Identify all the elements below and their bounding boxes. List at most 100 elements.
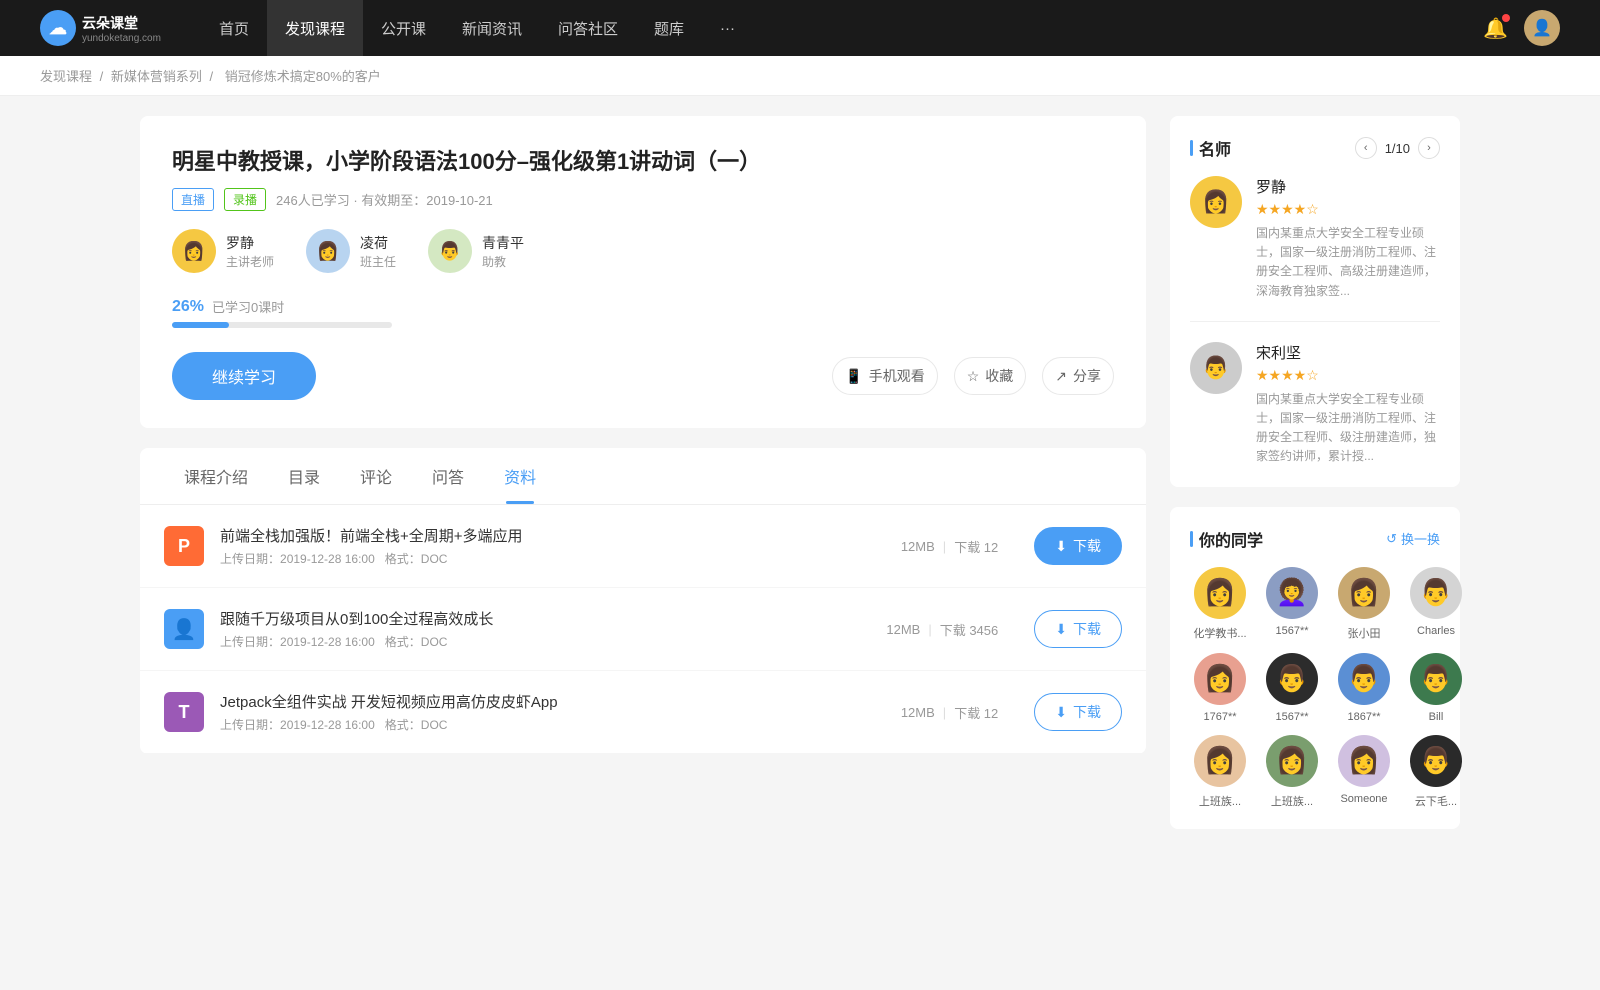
breadcrumb-link-series[interactable]: 新媒体营销系列 [111,69,202,84]
resources-list: P 前端全栈加强版！前端全栈+全周期+多端应用 上传日期：2019-12-28 … [140,505,1146,754]
resource-meta-1: 上传日期：2019-12-28 16:00 格式：DOC [220,633,870,650]
tab-qa[interactable]: 问答 [412,448,484,504]
students-grid: 👩 化学教书... 👩‍🦱 1567** 👩 张小田 [1190,567,1440,809]
student-0-avatar[interactable]: 👩 [1194,567,1246,619]
resource-icon-2: T [164,692,204,732]
student-0: 👩 化学教书... [1190,567,1250,641]
sidebar-teacher-0-stars: ★★★★☆ [1256,201,1440,218]
nav-right: 🔔 👤 [1483,10,1560,46]
resource-name-1: 跟随千万级项目从0到100全过程高效成长 [220,608,870,629]
nav-item-more[interactable]: ··· [702,0,753,56]
progress-text: 已学习0课时 [212,297,284,316]
logo[interactable]: ☁ 云朵课堂 yundoketang.com [40,10,161,46]
teacher-2-name: 青青平 [482,233,524,253]
continue-learning-button[interactable]: 继续学习 [172,352,316,400]
student-2-avatar[interactable]: 👩 [1338,567,1390,619]
student-8-name: 上班族... [1190,793,1250,809]
teacher-2-avatar: 👨 [428,229,472,273]
teacher-2: 👨 青青平 助教 [428,229,524,273]
collect-button[interactable]: ☆ 收藏 [954,357,1027,395]
resource-info-2: Jetpack全组件实战 开发短视频应用高仿皮皮虾App 上传日期：2019-1… [220,691,885,733]
sidebar-teacher-1-desc: 国内某重点大学安全工程专业硕士，国家一级注册消防工程师、注册安全工程师、级注册建… [1256,390,1440,467]
download-button-2[interactable]: ⬇ 下载 [1034,693,1122,731]
course-card: 明星中教授课，小学阶段语法100分–强化级第1讲动词（一） 直播 录播 246人… [140,116,1146,428]
logo-text: 云朵课堂 yundoketang.com [82,13,161,44]
download-button-0[interactable]: ⬇ 下载 [1034,527,1122,565]
student-10-name: Someone [1334,793,1394,805]
student-9-avatar[interactable]: 👩 [1266,735,1318,787]
student-10-avatar[interactable]: 👩 [1338,735,1390,787]
teacher-2-role: 助教 [482,253,524,270]
refresh-students-button[interactable]: ↺ 换一换 [1386,529,1440,548]
navbar: ☁ 云朵课堂 yundoketang.com 首页 发现课程 公开课 新闻资讯 … [0,0,1600,56]
teachers-prev-button[interactable]: ‹ [1355,137,1377,159]
tab-reviews[interactable]: 评论 [340,448,412,504]
teacher-0: 👩 罗静 主讲老师 [172,229,274,273]
resource-item-1: 👤 跟随千万级项目从0到100全过程高效成长 上传日期：2019-12-28 1… [140,588,1146,671]
student-5-avatar[interactable]: 👨 [1266,653,1318,705]
nav-item-qa[interactable]: 问答社区 [540,0,636,56]
student-3-avatar[interactable]: 👨 [1410,567,1462,619]
tabs-header: 课程介绍 目录 评论 问答 资料 [140,448,1146,505]
sidebar-teacher-1-name: 宋利坚 [1256,342,1440,363]
teachers-next-button[interactable]: › [1418,137,1440,159]
sidebar-teacher-1-stars: ★★★★☆ [1256,367,1440,384]
teachers-sidebar-title: 名师 [1190,136,1231,160]
student-4-avatar[interactable]: 👩 [1194,653,1246,705]
student-8-avatar[interactable]: 👩 [1194,735,1246,787]
sidebar-teacher-0-avatar: 👩 [1190,176,1242,228]
teachers-page: 1/10 [1385,141,1410,156]
course-meta: 直播 录播 246人已学习 · 有效期至：2019-10-21 [172,188,1114,211]
resource-item-0: P 前端全栈加强版！前端全栈+全周期+多端应用 上传日期：2019-12-28 … [140,505,1146,588]
course-stats: 246人已学习 · 有效期至：2019-10-21 [276,190,493,209]
student-6-avatar[interactable]: 👨 [1338,653,1390,705]
nav-item-news[interactable]: 新闻资讯 [444,0,540,56]
nav-item-home[interactable]: 首页 [201,0,267,56]
teachers-list: 👩 罗静 主讲老师 👩 凌荷 班主任 [172,229,1114,273]
download-button-1[interactable]: ⬇ 下载 [1034,610,1122,648]
breadcrumb-link-discover[interactable]: 发现课程 [40,69,92,84]
teachers-sidebar-header: 名师 ‹ 1/10 › [1190,136,1440,160]
tag-record: 录播 [224,188,266,211]
tag-live: 直播 [172,188,214,211]
sidebar-teacher-1: 👨 宋利坚 ★★★★☆ 国内某重点大学安全工程专业硕士，国家一级注册消防工程师、… [1190,342,1440,467]
notification-bell[interactable]: 🔔 [1483,16,1508,41]
teacher-1-role: 班主任 [360,253,396,270]
student-9-name: 上班族... [1262,793,1322,809]
student-3-name: Charles [1406,625,1466,637]
student-11-avatar[interactable]: 👨 [1410,735,1462,787]
course-title: 明星中教授课，小学阶段语法100分–强化级第1讲动词（一） [172,144,1114,176]
user-avatar[interactable]: 👤 [1524,10,1560,46]
resource-item-2: T Jetpack全组件实战 开发短视频应用高仿皮皮虾App 上传日期：2019… [140,671,1146,754]
right-sidebar: 名师 ‹ 1/10 › 👩 罗静 ★★★★☆ 国内某重点大学安全工程专业硕士，国… [1170,116,1460,849]
student-6: 👨 1867** [1334,653,1394,723]
sidebar-teacher-1-info: 宋利坚 ★★★★☆ 国内某重点大学安全工程专业硕士，国家一级注册消防工程师、注册… [1256,342,1440,467]
main-container: 明星中教授课，小学阶段语法100分–强化级第1讲动词（一） 直播 录播 246人… [100,96,1500,869]
tab-contents[interactable]: 目录 [268,448,340,504]
student-7: 👨 Bill [1406,653,1466,723]
share-button[interactable]: ↗ 分享 [1042,357,1114,395]
nav-item-bank[interactable]: 题库 [636,0,702,56]
student-7-avatar[interactable]: 👨 [1410,653,1462,705]
student-3: 👨 Charles [1406,567,1466,641]
breadcrumb: 发现课程 / 新媒体营销系列 / 销冠修炼术搞定80%的客户 [0,56,1600,96]
nav-item-discover[interactable]: 发现课程 [267,0,363,56]
resource-icon-1: 👤 [164,609,204,649]
students-sidebar-title: 你的同学 [1190,527,1263,551]
logo-icon: ☁ [40,10,76,46]
teachers-pagination: ‹ 1/10 › [1355,137,1440,159]
teacher-0-name: 罗静 [226,233,274,253]
teacher-0-role: 主讲老师 [226,253,274,270]
progress-percent: 26% [172,298,204,316]
nav-item-open[interactable]: 公开课 [363,0,444,56]
sidebar-teacher-0-info: 罗静 ★★★★☆ 国内某重点大学安全工程专业硕士，国家一级注册消防工程师、注册安… [1256,176,1440,301]
mobile-watch-button[interactable]: 📱 手机观看 [832,357,937,395]
student-2-name: 张小田 [1334,625,1394,641]
tab-resources[interactable]: 资料 [484,448,556,504]
student-1-avatar[interactable]: 👩‍🦱 [1266,567,1318,619]
tabs-section: 课程介绍 目录 评论 问答 资料 P 前端全栈加强版！前端全栈+全周期+多端应用… [140,448,1146,754]
student-10: 👩 Someone [1334,735,1394,809]
tab-intro[interactable]: 课程介绍 [164,448,268,504]
student-4-name: 1767** [1190,711,1250,723]
left-content: 明星中教授课，小学阶段语法100分–强化级第1讲动词（一） 直播 录播 246人… [140,116,1146,849]
